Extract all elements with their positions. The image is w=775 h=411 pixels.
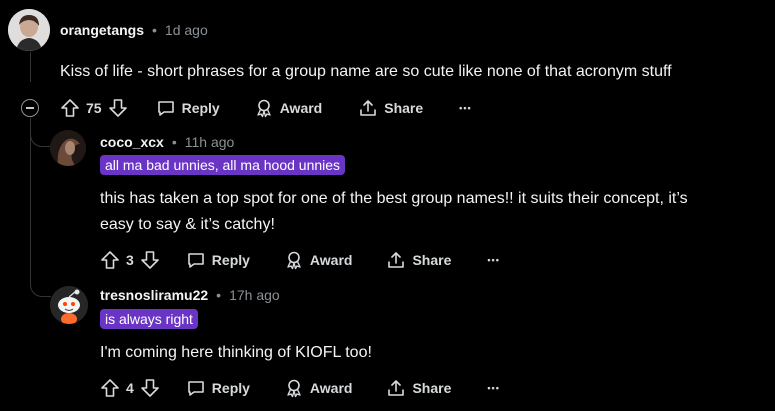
more-options-icon[interactable]: ••• bbox=[487, 255, 499, 265]
username[interactable]: coco_xcx bbox=[100, 134, 164, 150]
reply-button[interactable]: Reply bbox=[156, 98, 220, 118]
reply-label: Reply bbox=[211, 380, 250, 396]
separator-dot: • bbox=[216, 287, 222, 303]
avatar[interactable] bbox=[50, 286, 88, 324]
separator-dot: • bbox=[171, 134, 177, 150]
more-options-icon[interactable]: ••• bbox=[459, 103, 471, 113]
comment-body-line: easy to say & it’s catchy! bbox=[100, 216, 275, 233]
vote-group: 4 bbox=[100, 378, 160, 398]
reply-button[interactable]: Reply bbox=[186, 378, 250, 398]
share-label: Share bbox=[412, 252, 452, 268]
reply-label: Reply bbox=[211, 252, 250, 268]
user-flair: is always right bbox=[100, 309, 198, 329]
share-icon bbox=[386, 250, 406, 270]
award-button[interactable]: Award bbox=[284, 250, 353, 270]
share-button[interactable]: Share bbox=[386, 250, 451, 270]
downvote-icon[interactable] bbox=[140, 250, 160, 270]
award-button[interactable]: Award bbox=[284, 378, 353, 398]
reply-icon bbox=[186, 250, 206, 270]
downvote-icon[interactable] bbox=[140, 378, 160, 398]
reply-button[interactable]: Reply bbox=[186, 250, 250, 270]
upvote-icon[interactable] bbox=[60, 98, 80, 118]
share-icon bbox=[386, 378, 406, 398]
downvote-icon[interactable] bbox=[108, 98, 128, 118]
username[interactable]: tresnosliramu22 bbox=[100, 287, 208, 303]
award-button[interactable]: Award bbox=[254, 98, 323, 118]
avatar[interactable] bbox=[8, 9, 50, 51]
collapse-thread-button[interactable] bbox=[21, 99, 39, 117]
comment-body: this has taken a top spot for one of the… bbox=[100, 186, 688, 238]
comment-body: I'm coming here thinking of KIOFL too! bbox=[100, 344, 372, 361]
avatar[interactable] bbox=[50, 130, 86, 166]
reply-icon bbox=[186, 378, 206, 398]
vote-count: 3 bbox=[126, 252, 134, 268]
comment-actions: 75 Reply Award Share ••• bbox=[60, 97, 472, 119]
share-label: Share bbox=[412, 380, 452, 396]
user-photo-icon bbox=[50, 130, 86, 166]
vote-count: 4 bbox=[126, 380, 134, 396]
award-label: Award bbox=[309, 380, 353, 396]
vote-count: 75 bbox=[86, 100, 102, 116]
comment-body-line: this has taken a top spot for one of the… bbox=[100, 190, 688, 207]
share-button[interactable]: Share bbox=[386, 378, 451, 398]
vote-group: 3 bbox=[100, 250, 160, 270]
user-photo-icon bbox=[8, 9, 50, 51]
comment-actions: 4 Reply Award Share ••• bbox=[100, 377, 500, 399]
share-icon bbox=[358, 98, 378, 118]
timestamp[interactable]: 17h ago bbox=[229, 287, 280, 303]
award-label: Award bbox=[279, 100, 323, 116]
timestamp[interactable]: 11h ago bbox=[185, 134, 235, 150]
share-label: Share bbox=[384, 100, 424, 116]
award-icon bbox=[254, 98, 274, 118]
user-flair: all ma bad unnies, all ma hood unnies bbox=[100, 155, 346, 175]
vote-group: 75 bbox=[60, 98, 128, 118]
share-button[interactable]: Share bbox=[358, 98, 423, 118]
timestamp[interactable]: 1d ago bbox=[165, 22, 208, 38]
upvote-icon[interactable] bbox=[100, 378, 120, 398]
award-icon bbox=[284, 378, 304, 398]
thread-branch bbox=[30, 128, 51, 147]
comment-body: Kiss of life - short phrases for a group… bbox=[60, 63, 672, 80]
award-icon bbox=[284, 250, 304, 270]
snoo-avatar-icon bbox=[50, 286, 88, 324]
thread-line bbox=[30, 118, 31, 278]
separator-dot: • bbox=[152, 22, 157, 38]
more-options-icon[interactable]: ••• bbox=[487, 383, 499, 393]
upvote-icon[interactable] bbox=[100, 250, 120, 270]
award-label: Award bbox=[309, 252, 353, 268]
reply-icon bbox=[156, 98, 176, 118]
thread-line bbox=[30, 52, 31, 82]
username[interactable]: orangetangs bbox=[60, 22, 144, 38]
reply-label: Reply bbox=[181, 100, 220, 116]
comment-actions: 3 Reply Award Share ••• bbox=[100, 249, 500, 271]
thread-branch bbox=[30, 278, 51, 297]
